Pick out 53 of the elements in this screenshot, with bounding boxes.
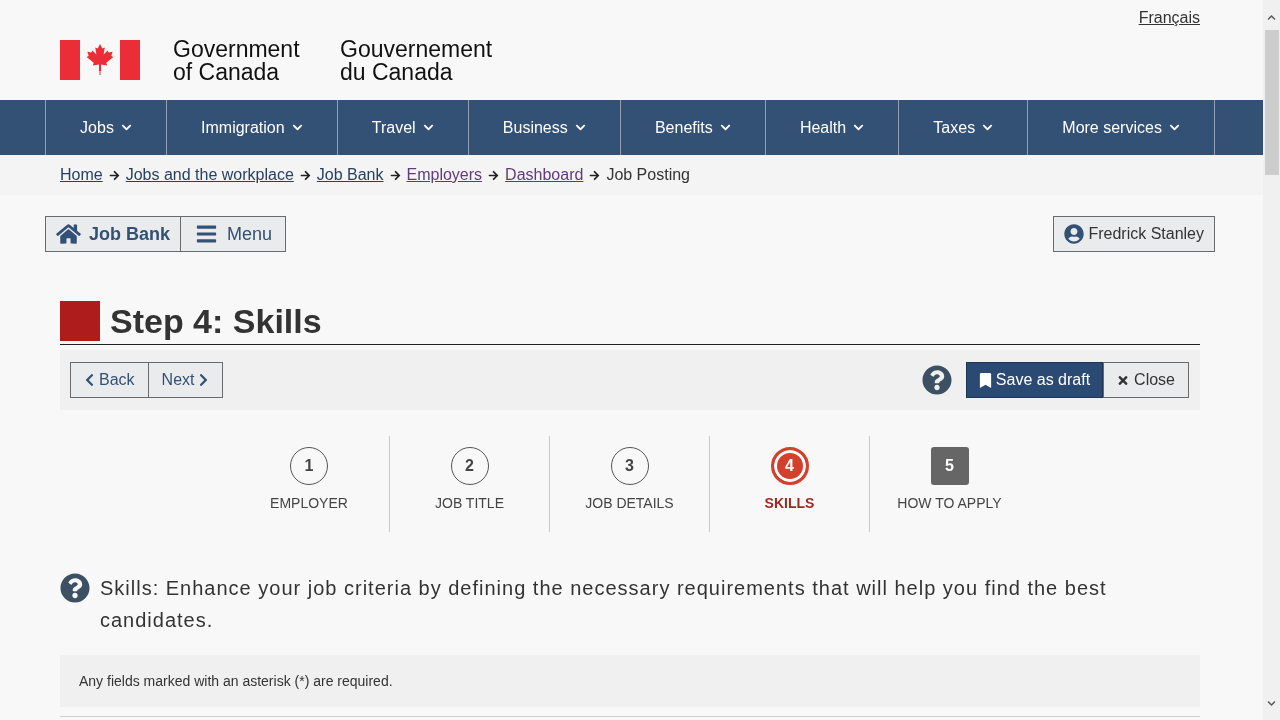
- next-button[interactable]: Next: [148, 362, 224, 398]
- home-icon: [56, 223, 81, 245]
- scrollbar[interactable]: [1263, 0, 1280, 720]
- step-number: 5: [930, 447, 969, 485]
- chevron-down-icon: [982, 122, 994, 133]
- arrow-right-icon: [108, 169, 120, 181]
- back-button[interactable]: Back: [70, 362, 149, 398]
- close-icon: [1117, 373, 1130, 387]
- page-title: Step 4: Skills: [110, 301, 322, 341]
- menu-button[interactable]: Menu: [181, 216, 287, 252]
- maple-leaf-flag-icon: [60, 40, 140, 80]
- chevron-up-icon[interactable]: [1266, 13, 1277, 22]
- breadcrumb-current: Job Posting: [606, 166, 690, 184]
- save-draft-button[interactable]: Save as draft: [965, 362, 1104, 398]
- signature-text: Government of Canada: [173, 38, 301, 84]
- home-button[interactable]: Job Bank: [45, 216, 182, 252]
- language-link[interactable]: Français: [1138, 8, 1200, 28]
- chevron-down-icon: [120, 122, 132, 133]
- close-button[interactable]: Close: [1103, 362, 1189, 398]
- intro-text: Skills: Enhance your job criteria by defining the necessary requirements that will help you find the best candidates.: [100, 576, 1108, 633]
- arrow-right-icon: [299, 169, 311, 181]
- bookmark-icon: [978, 372, 992, 388]
- notice-text: Any fields marked with an asterisk (*) are required.: [79, 673, 393, 689]
- title-marker: [60, 301, 100, 341]
- arrow-right-icon: [488, 169, 500, 181]
- chevron-down-icon: [422, 122, 434, 133]
- scrollbar-thumb[interactable]: [1264, 30, 1279, 175]
- help-icon[interactable]: [921, 365, 952, 395]
- chevron-down-icon: [1168, 122, 1180, 133]
- step-number[interactable]: 4: [770, 447, 809, 485]
- arrow-right-icon: [589, 169, 601, 181]
- help-icon[interactable]: [60, 573, 90, 603]
- breadcrumb-link[interactable]: Jobs and the workplace: [125, 166, 294, 184]
- chevron-down-icon: [291, 122, 303, 133]
- step-label: JOB DETAILS: [585, 495, 674, 511]
- chevron-down-icon: [574, 122, 586, 133]
- breadcrumb-link[interactable]: Employers: [406, 166, 483, 184]
- step-label: SKILLS: [764, 495, 815, 511]
- chevron-right-icon: [198, 373, 210, 387]
- chevron-left-icon: [84, 373, 95, 387]
- breadcrumb-link[interactable]: Dashboard: [505, 166, 584, 184]
- signature-text: Gouvernement du Canada: [340, 38, 494, 84]
- breadcrumb-link[interactable]: Job Bank: [316, 166, 384, 184]
- step-label: JOB TITLE: [435, 495, 504, 511]
- step-label: HOW TO APPLY: [897, 495, 1002, 511]
- user-avatar-icon: [1064, 224, 1085, 244]
- chevron-down-icon: [853, 122, 865, 133]
- chevron-down-icon[interactable]: [1266, 699, 1277, 708]
- step-label: EMPLOYER: [270, 495, 348, 511]
- user-account-button[interactable]: Fredrick Stanley: [1053, 216, 1215, 252]
- breadcrumb-link[interactable]: Home: [60, 166, 103, 184]
- chevron-down-icon: [719, 122, 731, 133]
- arrow-right-icon: [389, 169, 401, 181]
